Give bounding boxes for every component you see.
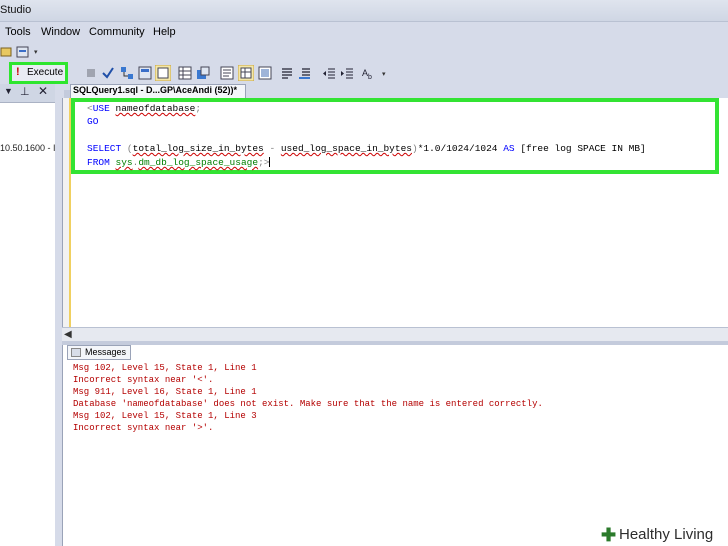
decrease-indent-icon[interactable] bbox=[322, 66, 336, 80]
open-file-icon[interactable] bbox=[0, 45, 14, 59]
object-explorer-panel: ▼ ⊥ ✕ 10.50.1600 - I bbox=[0, 84, 55, 546]
message-line: Incorrect syntax near '>'. bbox=[73, 423, 214, 433]
execute-icon: ! bbox=[16, 66, 20, 78]
brand-name: Healthy Living bbox=[619, 526, 714, 543]
client-stats-icon[interactable] bbox=[196, 66, 210, 80]
message-line: Msg 911, Level 16, State 1, Line 1 bbox=[73, 387, 257, 397]
text-caret bbox=[269, 157, 271, 168]
message-line: Msg 102, Level 15, State 1, Line 1 bbox=[73, 363, 257, 373]
code-line-5: FROM sys.dm_db_log_space_usage;> bbox=[87, 157, 271, 168]
query-tab-title: SQLQuery1.sql - D...GP\AceAndi (52))* bbox=[73, 85, 238, 95]
comment-out-icon[interactable] bbox=[280, 66, 294, 80]
message-line: Incorrect syntax near '<'. bbox=[73, 375, 214, 385]
window-title: Studio bbox=[0, 4, 32, 16]
code-line-1: <USE nameofdatabase; bbox=[87, 103, 202, 114]
object-explorer-tree: 10.50.1600 - I bbox=[0, 102, 55, 546]
code-highlight-box: <USE nameofdatabase; GO SELECT (total_lo… bbox=[71, 98, 719, 174]
editor-gutter bbox=[63, 98, 71, 340]
results-to-text-icon[interactable] bbox=[220, 66, 234, 80]
brand-logo-icon: ✚ bbox=[601, 525, 617, 545]
messages-icon bbox=[71, 348, 81, 357]
standard-toolbar: ▾ bbox=[0, 42, 728, 62]
query-tab[interactable]: SQLQuery1.sql - D...GP\AceAndi (52))* bbox=[70, 84, 246, 98]
results-pane: Messages Msg 102, Level 15, State 1, Lin… bbox=[62, 345, 728, 546]
toolbar-overflow-icon[interactable]: ▾ bbox=[34, 48, 38, 56]
stop-icon[interactable] bbox=[84, 66, 98, 80]
object-explorer-header: ▼ ⊥ ✕ bbox=[0, 84, 55, 102]
increase-indent-icon[interactable] bbox=[340, 66, 354, 80]
menu-bar: Tools Window Community Help bbox=[0, 22, 728, 42]
results-grid-icon[interactable] bbox=[178, 66, 192, 80]
results-to-grid-icon[interactable] bbox=[238, 65, 254, 81]
sql-editor[interactable]: <USE nameofdatabase; GO SELECT (total_lo… bbox=[62, 98, 728, 340]
messages-tab[interactable]: Messages bbox=[67, 345, 131, 360]
query-designer-icon[interactable] bbox=[138, 66, 152, 80]
display-plan-icon[interactable] bbox=[120, 66, 134, 80]
server-node[interactable]: 10.50.1600 - I bbox=[0, 143, 55, 153]
code-line-2: GO bbox=[87, 116, 99, 127]
message-line: Msg 102, Level 15, State 1, Line 3 bbox=[73, 411, 257, 421]
close-panel-icon[interactable]: ✕ bbox=[38, 84, 48, 98]
execute-button[interactable]: ! Execute bbox=[9, 62, 68, 84]
menu-tools[interactable]: Tools bbox=[5, 26, 31, 38]
uncomment-icon[interactable] bbox=[298, 66, 312, 80]
brand-watermark: ✚ Healthy Living bbox=[598, 524, 728, 546]
execute-label: Execute bbox=[27, 67, 64, 78]
editor-horizontal-scrollbar[interactable]: ◀ bbox=[62, 327, 728, 341]
pin-icon[interactable]: ⊥ bbox=[20, 85, 30, 98]
results-to-file-icon[interactable] bbox=[258, 66, 272, 80]
parse-check-icon[interactable] bbox=[101, 66, 115, 80]
menu-community[interactable]: Community bbox=[89, 26, 145, 38]
include-plan-icon[interactable] bbox=[155, 65, 171, 81]
report-icon[interactable] bbox=[16, 45, 30, 59]
menu-window[interactable]: Window bbox=[41, 26, 80, 38]
title-bar: Studio bbox=[0, 0, 728, 22]
svg-text:b: b bbox=[368, 74, 372, 80]
scroll-left-icon[interactable]: ◀ bbox=[64, 329, 72, 340]
code-line-4: SELECT (total_log_size_in_bytes - used_l… bbox=[87, 143, 646, 154]
toolbar2-overflow-icon[interactable]: ▾ bbox=[382, 70, 386, 78]
menu-help[interactable]: Help bbox=[153, 26, 176, 38]
panel-dropdown-icon[interactable]: ▼ bbox=[4, 86, 13, 96]
specify-template-values-icon[interactable]: Ab bbox=[362, 66, 376, 80]
message-line: Database 'nameofdatabase' does not exist… bbox=[73, 399, 543, 409]
